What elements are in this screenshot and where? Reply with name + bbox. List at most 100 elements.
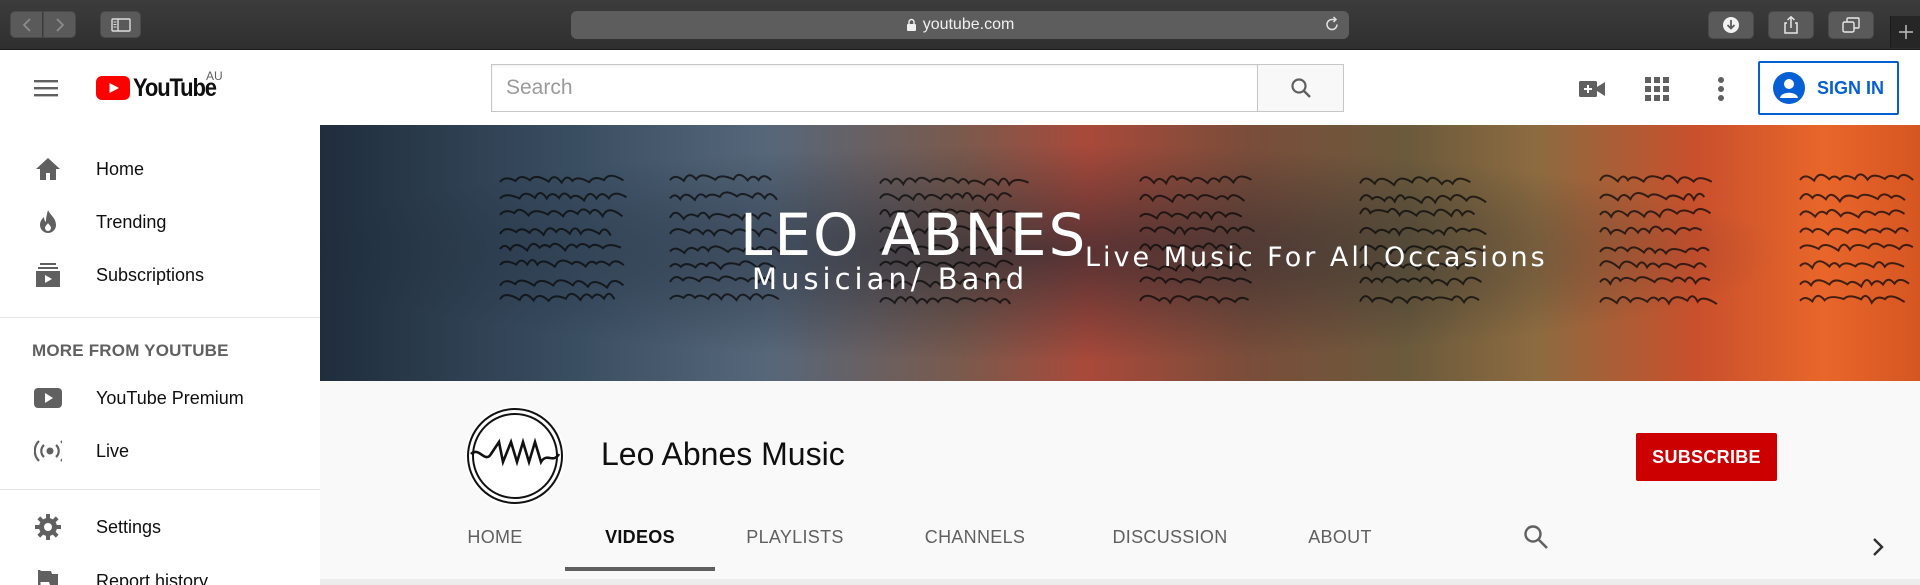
search-button[interactable] xyxy=(1257,64,1344,112)
banner-scribble-stroke xyxy=(879,295,1012,305)
banner-scribble-stroke xyxy=(1599,246,1710,256)
browser-sidebar-button[interactable] xyxy=(100,11,141,38)
address-bar[interactable]: youtube.com xyxy=(571,11,1349,39)
channel-banner: LEO ABNES Musician/ Band Live Music For … xyxy=(320,125,1920,381)
tab-discussion[interactable]: DISCUSSION xyxy=(1090,507,1250,567)
apps-grid-icon xyxy=(1645,77,1669,101)
history-nav xyxy=(10,11,76,38)
home-icon xyxy=(34,155,62,183)
banner-scribble-stroke xyxy=(1799,208,1906,219)
share-button[interactable] xyxy=(1768,11,1814,39)
banner-scribble-stroke xyxy=(669,191,778,202)
sidebar-item-home[interactable]: Home xyxy=(0,143,320,195)
apps-button[interactable] xyxy=(1643,75,1671,103)
sidebar-divider xyxy=(0,317,320,318)
banner-scribble-stroke xyxy=(1139,276,1253,285)
banner-scribble-stroke xyxy=(1359,295,1480,305)
chevron-right-icon xyxy=(1873,538,1884,556)
guide-sidebar: Home Trending Subscriptions MORE FROM YO… xyxy=(0,125,320,585)
subscribe-button[interactable]: SUBSCRIBE xyxy=(1636,433,1777,481)
channel-avatar[interactable] xyxy=(465,406,565,506)
sidebar-item-report-history[interactable]: Report history xyxy=(0,555,320,585)
banner-scribble-stroke xyxy=(1799,173,1914,183)
chevron-right-icon xyxy=(55,17,64,32)
sidebar-item-label: Home xyxy=(96,158,145,179)
banner-scribble-stroke xyxy=(669,173,772,183)
banner-tagline: Live Music For All Occasions xyxy=(1085,242,1548,273)
masthead: YouTube AU Search SIGN IN xyxy=(0,51,1920,125)
new-tab-button[interactable] xyxy=(1890,16,1920,48)
banner-scribble-stroke xyxy=(879,176,1029,187)
downloads-button[interactable] xyxy=(1708,11,1754,39)
create-video-button[interactable] xyxy=(1578,75,1606,103)
sidebar-section-heading: MORE FROM YOUTUBE xyxy=(32,341,229,360)
banner-title: LEO ABNES xyxy=(740,201,1088,269)
user-avatar-icon xyxy=(1773,72,1805,104)
channel-search-button[interactable] xyxy=(1522,523,1550,551)
settings-menu-button[interactable] xyxy=(1707,75,1735,103)
guide-menu-button[interactable] xyxy=(32,76,60,100)
sidebar-item-trending[interactable]: Trending xyxy=(0,196,320,248)
banner-scribble-stroke xyxy=(1139,294,1250,305)
tab-channels[interactable]: CHANNELS xyxy=(905,507,1045,567)
banner-scribble-stroke xyxy=(1599,295,1718,306)
sidebar-item-youtube-premium[interactable]: YouTube Premium xyxy=(0,372,320,424)
banner-scribble-stroke xyxy=(1799,294,1906,305)
banner-scribble-stroke xyxy=(1139,175,1252,186)
youtube-play-icon xyxy=(34,384,62,412)
sidebar-item-label: YouTube Premium xyxy=(96,387,244,408)
sidebar-icon xyxy=(110,17,131,32)
chevron-left-icon xyxy=(22,17,31,32)
video-camera-add-icon xyxy=(1579,81,1605,97)
tab-home[interactable]: HOME xyxy=(440,507,550,567)
sidebar-item-settings[interactable]: Settings xyxy=(0,501,320,553)
banner-scribble-stroke xyxy=(1599,276,1711,286)
flag-icon xyxy=(34,567,62,585)
reload-icon[interactable] xyxy=(1324,16,1340,33)
youtube-logo-icon xyxy=(96,76,130,100)
browser-toolbar: youtube.com xyxy=(0,0,1920,50)
banner-scribble-stroke xyxy=(499,242,622,253)
banner-scribble-stroke xyxy=(1599,208,1712,219)
banner-scribble-stroke xyxy=(499,259,625,269)
tab-videos[interactable]: VIDEOS xyxy=(565,507,715,571)
banner-scribble-stroke xyxy=(1139,211,1243,221)
banner-scribble-stroke xyxy=(1359,226,1487,237)
sign-in-button[interactable]: SIGN IN xyxy=(1758,61,1899,115)
sidebar-divider xyxy=(0,489,320,490)
search-input[interactable]: Search xyxy=(491,64,1258,112)
banner-scribble-stroke xyxy=(1799,242,1914,253)
banner-scribble-stroke xyxy=(499,192,627,203)
banner-scribble-stroke xyxy=(1799,278,1910,289)
search-icon xyxy=(1290,78,1311,98)
tabs-overview-button[interactable] xyxy=(1828,11,1874,39)
banner-scribble-stroke xyxy=(499,279,625,290)
share-icon xyxy=(1784,15,1798,34)
tab-about[interactable]: ABOUT xyxy=(1285,507,1395,567)
banner-scribble-stroke xyxy=(1599,225,1703,236)
logo-wordmark: YouTube xyxy=(133,74,217,102)
sign-in-label: SIGN IN xyxy=(1817,77,1885,98)
banner-scribble-stroke xyxy=(1799,227,1909,237)
tabs-scroll-right-button[interactable] xyxy=(1868,535,1888,559)
sidebar-item-live[interactable]: Live xyxy=(0,425,320,477)
banner-scribble-stroke xyxy=(1359,207,1476,218)
flame-icon xyxy=(34,208,62,236)
banner-scribble-stroke xyxy=(1359,176,1471,187)
banner-scribble-stroke xyxy=(879,191,1013,203)
channel-logo-icon xyxy=(467,408,563,504)
youtube-logo[interactable]: YouTube AU xyxy=(96,69,227,103)
banner-scribble-stroke xyxy=(1599,260,1707,270)
banner-scribble-stroke xyxy=(1799,193,1906,204)
back-button[interactable] xyxy=(10,11,43,38)
sidebar-item-subscriptions[interactable]: Subscriptions xyxy=(0,249,320,301)
search-icon xyxy=(1524,525,1548,549)
download-icon xyxy=(1723,17,1739,33)
tab-playlists[interactable]: PLAYLISTS xyxy=(730,507,860,567)
forward-button[interactable] xyxy=(43,11,76,38)
live-broadcast-icon xyxy=(34,437,62,465)
banner-scribble-stroke xyxy=(499,292,616,303)
gear-icon xyxy=(34,513,62,541)
banner-scribble-stroke xyxy=(499,227,612,237)
channel-title: Leo Abnes Music xyxy=(601,436,845,472)
